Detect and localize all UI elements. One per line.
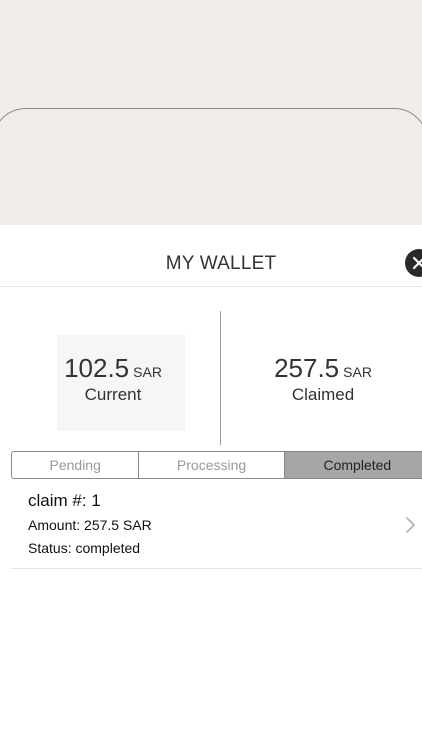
current-amount: 102.5 xyxy=(64,353,130,383)
wallet-header: MY WALLET xyxy=(0,225,422,287)
claim-amount: Amount: 257.5 SAR xyxy=(28,517,152,533)
current-balance: 102.5 SAR Current xyxy=(13,311,213,445)
list-item[interactable]: claim #: 1 Amount: 257.5 SAR Status: com… xyxy=(11,483,422,569)
wallet-sheet: MY WALLET 102.5 SAR Current 257.5 SAR Clai… xyxy=(0,225,422,750)
claim-status-tabs: Pending Processing Completed xyxy=(11,451,422,479)
wallet-stats: 102.5 SAR Current 257.5 SAR Claimed xyxy=(0,311,422,445)
tab-processing[interactable]: Processing xyxy=(139,452,285,478)
claimed-label: Claimed xyxy=(291,385,355,404)
background-card xyxy=(0,108,422,226)
claimed-unit: SAR xyxy=(343,364,372,380)
claim-title: claim #: 1 xyxy=(28,491,101,510)
wallet-title: MY WALLET xyxy=(165,253,277,274)
current-label: Current xyxy=(84,385,142,404)
stats-divider xyxy=(220,311,221,445)
tab-pending[interactable]: Pending xyxy=(12,452,140,478)
claimed-balance: 257.5 SAR Claimed xyxy=(223,311,422,445)
current-unit: SAR xyxy=(133,364,162,380)
tab-completed[interactable]: Completed xyxy=(284,452,422,478)
chevron-right-icon xyxy=(406,517,415,533)
claimed-amount: 257.5 xyxy=(274,353,340,383)
claimed-balance-value: 257.5 SAR xyxy=(223,353,422,384)
claim-status: Status: completed xyxy=(28,540,141,556)
close-icon xyxy=(412,256,422,270)
current-balance-value: 102.5 SAR xyxy=(13,353,213,384)
background-view xyxy=(0,0,422,226)
